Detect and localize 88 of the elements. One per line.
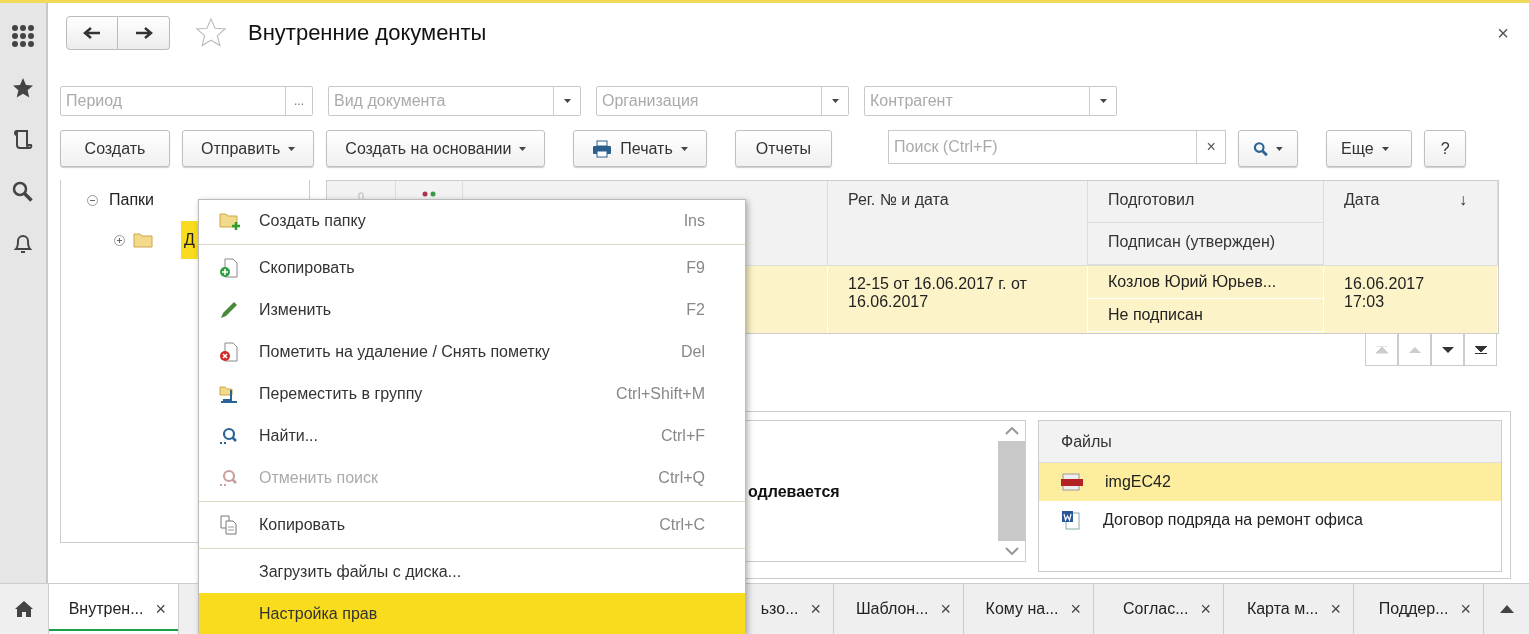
document-file-icon xyxy=(1061,510,1081,530)
collapse-icon[interactable] xyxy=(87,194,98,206)
table-cell-text: 16.06.2017 17:03 xyxy=(1344,275,1426,312)
search-icon xyxy=(219,427,237,445)
close-button[interactable]: × xyxy=(810,598,821,620)
close-button[interactable]: × xyxy=(1200,598,1211,620)
file-item[interactable]: imgEC42 xyxy=(1039,463,1501,501)
document-text: одлевается xyxy=(748,483,840,500)
bell-icon[interactable] xyxy=(12,233,34,255)
column-header[interactable]: Рег. № и дата xyxy=(828,181,1088,265)
pencil-icon xyxy=(219,300,239,320)
period-field[interactable]: Период ... xyxy=(60,86,313,116)
menu-item[interactable]: Найти... Ctrl+F xyxy=(199,415,745,457)
taskbar-tab[interactable]: Поддер... × xyxy=(1354,584,1484,634)
image-file-icon xyxy=(1061,473,1083,491)
star-icon[interactable] xyxy=(194,17,228,49)
window-title: Внутренние документы xyxy=(248,20,487,46)
close-button[interactable]: × xyxy=(1330,598,1341,620)
star-icon[interactable] xyxy=(12,77,34,99)
taskbar-tab[interactable]: Соглас... × xyxy=(1094,584,1224,634)
column-header[interactable]: Дата ↓ xyxy=(1324,181,1498,265)
column-header[interactable]: Подписан (утвержден) xyxy=(1088,223,1324,265)
taskbar-tab[interactable]: Внутрен... × xyxy=(49,584,179,634)
column-header: Файлы xyxy=(1039,421,1501,463)
dropdown-arrow-icon xyxy=(1099,99,1107,103)
close-button[interactable]: × xyxy=(1460,598,1471,620)
tree-item[interactable]: Папки xyxy=(106,191,157,209)
close-button[interactable]: × xyxy=(1070,598,1081,620)
search-field[interactable]: Поиск (Ctrl+F) × xyxy=(888,130,1227,164)
forward-button[interactable] xyxy=(118,16,170,50)
up-icon xyxy=(1499,605,1514,613)
toolbar-button[interactable]: Печать xyxy=(573,130,707,167)
file-item[interactable]: Договор подряда на ремонт офиса xyxy=(1039,501,1501,539)
menu-item[interactable]: Копировать Ctrl+C xyxy=(199,504,745,546)
first-icon xyxy=(1375,345,1388,354)
menu-item[interactable]: Загрузить файлы с диска... xyxy=(199,551,745,593)
printer-icon xyxy=(592,139,613,158)
search-icon xyxy=(1253,140,1269,157)
document-delete-icon xyxy=(219,342,239,362)
last-page-button[interactable] xyxy=(1464,334,1497,366)
toolbar-button[interactable]: Создать на основании xyxy=(326,130,546,167)
expand-icon[interactable] xyxy=(114,234,125,246)
scroll-up-icon[interactable] xyxy=(1004,427,1019,435)
menu-item[interactable]: Пометить на удаление / Снять пометку Del xyxy=(199,331,745,373)
close-button[interactable]: × xyxy=(155,598,166,620)
apps-grid-icon[interactable] xyxy=(12,25,34,47)
next-button[interactable] xyxy=(1431,334,1464,366)
taskbar-tab[interactable]: Шаблон... × xyxy=(834,584,964,634)
dropdown-arrow-icon xyxy=(563,99,571,103)
search-disabled-icon xyxy=(219,469,237,487)
menu-item[interactable]: Переместить в группу Ctrl+Shift+M xyxy=(199,373,745,415)
tree-item[interactable]: Д xyxy=(181,221,198,259)
right-arrow-icon xyxy=(134,26,153,40)
taskbar-tab[interactable]: Карта м... × xyxy=(1224,584,1354,634)
dropdown-arrow-icon xyxy=(831,99,839,103)
help-button[interactable]: ? xyxy=(1424,130,1467,167)
up-icon xyxy=(1408,346,1421,353)
table-cell: Не подписан xyxy=(1108,306,1203,323)
folder-add-icon xyxy=(219,211,241,231)
back-button[interactable] xyxy=(66,16,118,50)
search-button[interactable] xyxy=(1238,130,1299,167)
last-icon xyxy=(1474,345,1487,354)
dropdown-arrow-icon xyxy=(1381,146,1389,151)
move-to-folder-icon xyxy=(219,384,239,404)
document-add-icon xyxy=(219,258,239,278)
more-button[interactable]: Еще xyxy=(1326,130,1413,167)
taskbar-tab[interactable]: Кому на... × xyxy=(964,584,1094,634)
toolbar-button[interactable]: Создать xyxy=(60,130,170,167)
toolbar-button[interactable]: Отправить xyxy=(182,130,315,167)
search-icon[interactable] xyxy=(12,181,34,203)
close-button[interactable]: × xyxy=(940,598,951,620)
toolbar-button[interactable]: Отчеты xyxy=(734,130,833,167)
down-icon xyxy=(1441,346,1454,353)
close-button[interactable]: × xyxy=(1497,21,1509,45)
copy-icon xyxy=(219,515,239,535)
status-dots-icon xyxy=(422,191,436,199)
column-header[interactable]: Подготовил xyxy=(1088,181,1324,223)
folder-icon xyxy=(133,232,153,248)
menu-item[interactable]: Создать папку Ins xyxy=(199,200,745,242)
menu-item[interactable]: Настройка прав xyxy=(199,593,745,634)
table-cell: Козлов Юрий Юрьев... xyxy=(1108,273,1277,290)
table-cell: 12-15 от 16.06.2017 г. от 16.06.2017 xyxy=(848,275,1027,310)
dropdown-arrow-icon xyxy=(1276,146,1284,151)
sort-indicator: ↓ xyxy=(1459,191,1468,210)
home-icon xyxy=(15,601,33,617)
scroll-icon[interactable] xyxy=(12,129,34,151)
left-arrow-icon xyxy=(83,26,101,40)
scroll-down-icon[interactable] xyxy=(1004,547,1019,555)
